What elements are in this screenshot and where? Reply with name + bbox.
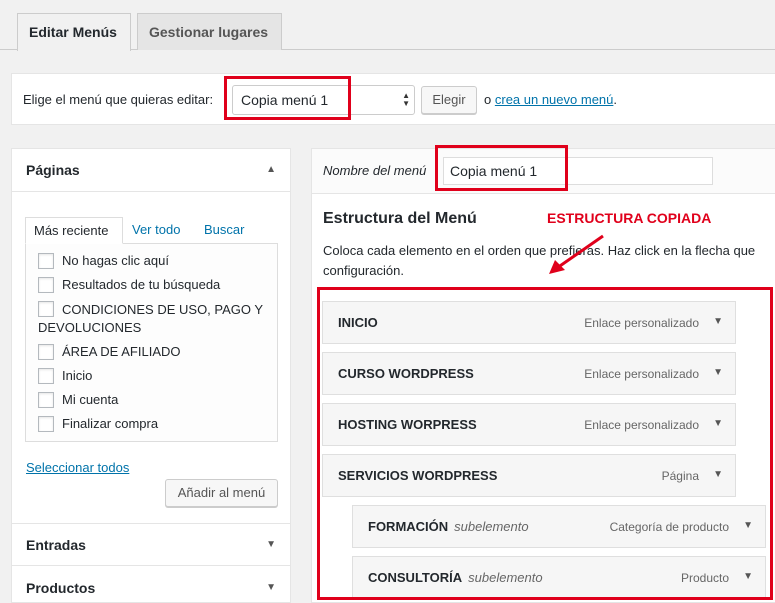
annotation-arrow-icon [549, 234, 604, 274]
select-arrows-icon: ▲ ▼ [402, 91, 410, 108]
posts-title: Entradas [26, 537, 86, 553]
tab-most-recent[interactable]: Más reciente [25, 217, 123, 244]
triangle-down-icon[interactable]: ▼ [713, 316, 723, 327]
menu-select-value: Copia menú 1 [241, 92, 329, 108]
select-menu-label: Elige el menú que quieras editar: [23, 92, 214, 107]
add-to-menu-button[interactable]: Añadir al menú [165, 479, 278, 507]
list-item[interactable]: Resultados de tu búsqueda [38, 276, 277, 294]
menu-item-formacion[interactable]: FORMACIÓN subelemento Categoría de produc… [352, 505, 766, 548]
checkbox[interactable] [38, 253, 54, 269]
products-accordion-header[interactable]: Productos ▼ [12, 567, 290, 603]
tab-manage-locations[interactable]: Gestionar lugares [137, 13, 282, 50]
menu-item-consultoria[interactable]: CONSULTORÍA subelemento Producto ▼ [352, 556, 766, 599]
products-title: Productos [26, 580, 96, 596]
menu-select[interactable]: Copia menú 1 ▲ ▼ [232, 85, 415, 115]
pages-subtabs: Más reciente Ver todo Buscar [25, 217, 278, 244]
pages-title: Páginas [26, 162, 80, 178]
menu-select-bar: Elige el menú que quieras editar: Copia … [11, 73, 775, 125]
add-items-panel: Páginas ▲ Más reciente Ver todo Buscar N… [11, 148, 291, 603]
menu-item-curso-wordpress[interactable]: CURSO WORDPRESS Enlace personalizado ▼ [322, 352, 736, 395]
list-item[interactable]: ÁREA DE AFILIADO [38, 343, 277, 361]
menu-item-servicios-wordpress[interactable]: SERVICIOS WORDPRESS Página ▼ [322, 454, 736, 497]
list-item[interactable]: CONDICIONES DE USO, PAGO Y DEVOLUCIONES [38, 300, 277, 337]
tab-search[interactable]: Buscar [204, 217, 244, 244]
triangle-down-icon[interactable]: ▼ [743, 520, 753, 531]
list-item[interactable]: No hagas clic aquí [38, 252, 277, 270]
checkbox[interactable] [38, 277, 54, 293]
or-text: o crea un nuevo menú. [484, 92, 618, 107]
tab-view-all[interactable]: Ver todo [132, 217, 180, 244]
triangle-down-icon[interactable]: ▼ [266, 539, 276, 550]
posts-accordion-header[interactable]: Entradas ▼ [12, 523, 290, 566]
triangle-down-icon[interactable]: ▼ [713, 367, 723, 378]
checkbox[interactable] [38, 416, 54, 432]
checkbox[interactable] [38, 301, 54, 317]
nav-tabs: Editar Menús Gestionar lugares [0, 0, 775, 51]
tab-edit-menus[interactable]: Editar Menús [17, 13, 131, 51]
menu-name-label: Nombre del menú [323, 163, 427, 178]
checkbox[interactable] [38, 392, 54, 408]
triangle-up-icon[interactable]: ▲ [266, 164, 276, 175]
create-new-menu-link[interactable]: crea un nuevo menú [495, 92, 614, 107]
pages-accordion-header[interactable]: Páginas ▲ [12, 149, 290, 192]
list-item[interactable]: Finalizar compra [38, 415, 277, 433]
menu-item-inicio[interactable]: INICIO Enlace personalizado ▼ [322, 301, 736, 344]
list-item[interactable]: Inicio [38, 367, 277, 385]
checkbox[interactable] [38, 344, 54, 360]
triangle-down-icon[interactable]: ▼ [713, 469, 723, 480]
pages-checklist: No hagas clic aquí Resultados de tu búsq… [25, 243, 278, 442]
choose-button[interactable]: Elegir [421, 86, 477, 114]
triangle-down-icon[interactable]: ▼ [743, 571, 753, 582]
checkbox[interactable] [38, 368, 54, 384]
triangle-down-icon[interactable]: ▼ [713, 418, 723, 429]
triangle-down-icon[interactable]: ▼ [266, 582, 276, 593]
menu-item-hosting-worpress[interactable]: HOSTING WORPRESS Enlace personalizado ▼ [322, 403, 736, 446]
menu-name-input[interactable]: Copia menú 1 [443, 157, 713, 185]
list-item[interactable]: Mi cuenta [38, 391, 277, 409]
annotation-label: ESTRUCTURA COPIADA [547, 210, 712, 226]
select-all-link[interactable]: Seleccionar todos [26, 460, 129, 475]
structure-title: Estructura del Menú [323, 210, 477, 227]
menu-name-row: Nombre del menú Copia menú 1 [312, 149, 775, 194]
